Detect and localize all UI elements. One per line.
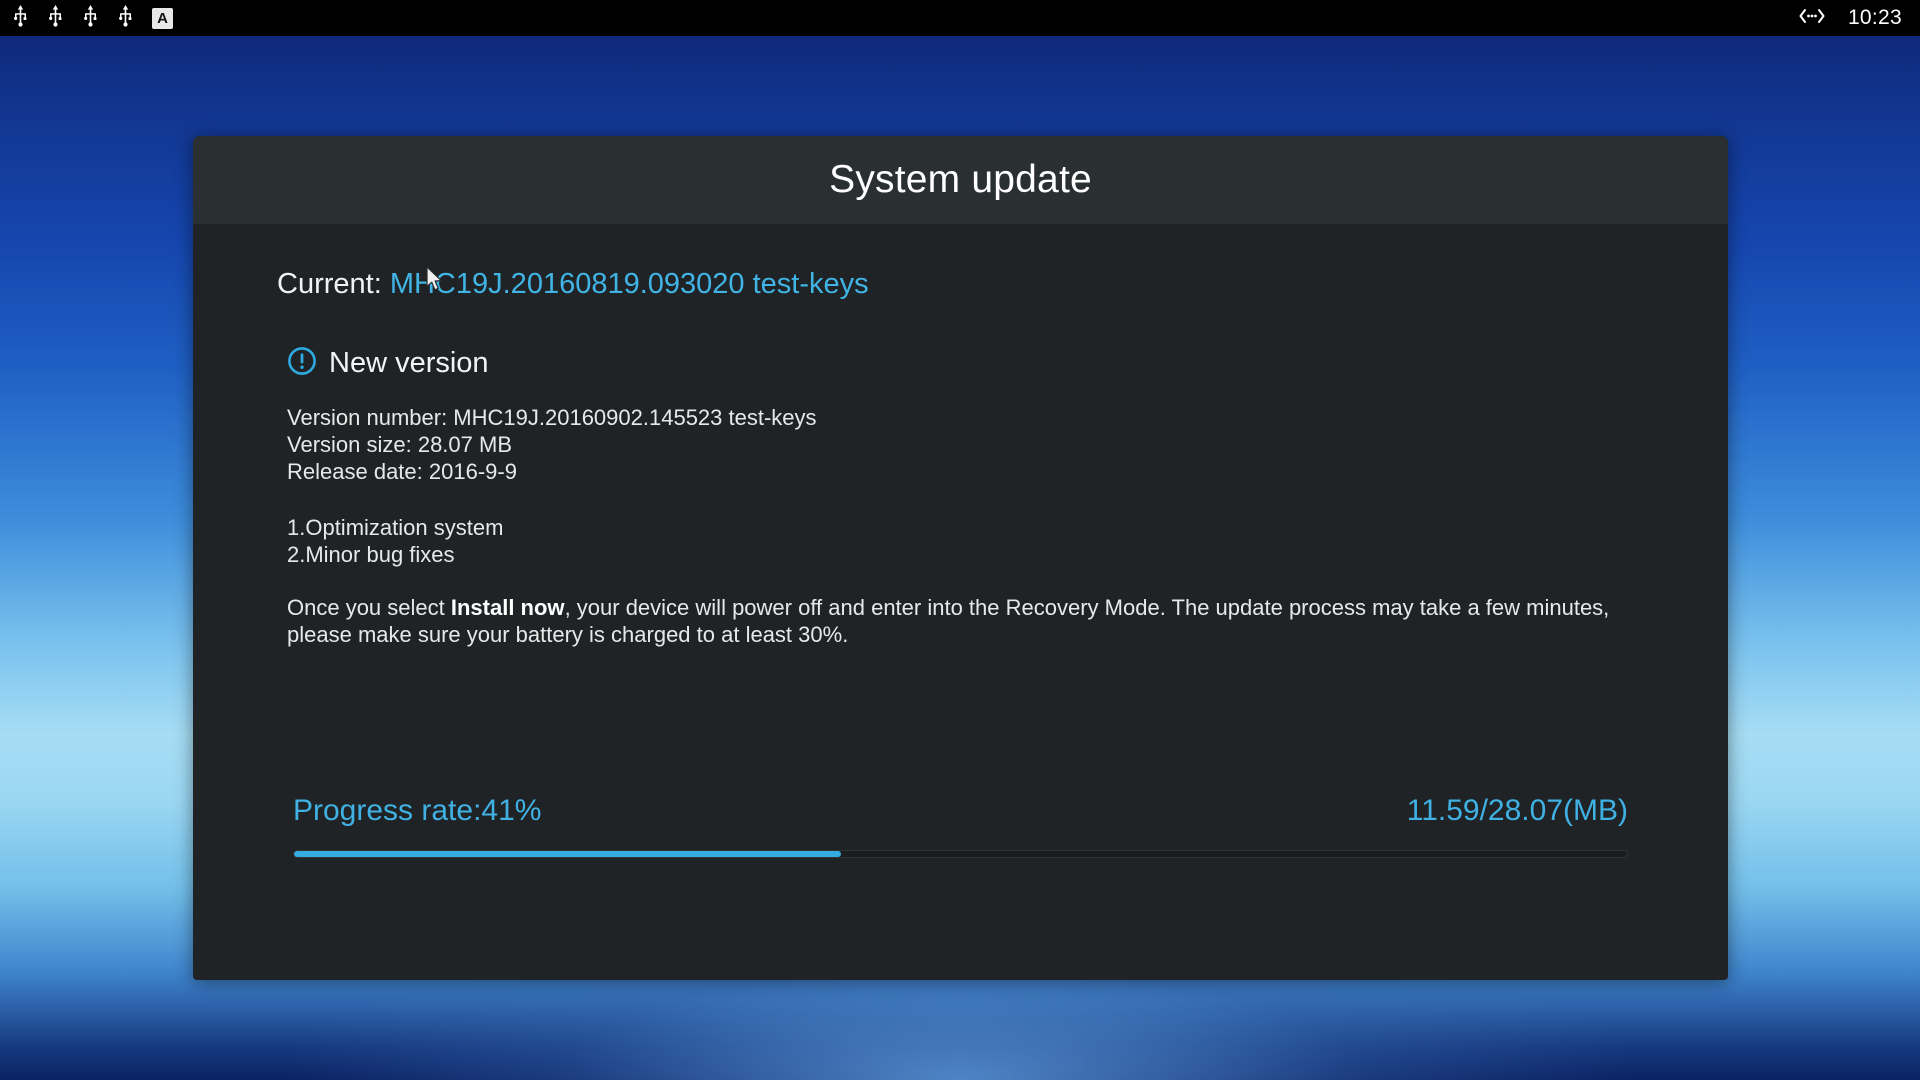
current-version-value: MHC19J.20160819.093020 test-keys: [389, 268, 869, 300]
usb-icon: [117, 4, 134, 32]
usb-icon: [47, 4, 64, 32]
changelog-item: 1.Optimization system: [287, 515, 504, 540]
notice-emphasis: Install now: [450, 595, 565, 620]
install-notice: Once you select Install now, your device…: [287, 594, 1632, 648]
changelog-item: 2.Minor bug fixes: [287, 542, 455, 567]
progress-bar-fill: [294, 851, 841, 857]
version-size-line: Version size: 28.07 MB: [287, 432, 513, 457]
usb-icon: [12, 4, 29, 32]
status-bar-clock: 10:23: [1847, 6, 1902, 29]
desktop-wallpaper: A 10:23 System update Current: MHC19J.20…: [0, 0, 1920, 1080]
ethernet-icon: [1798, 6, 1826, 31]
input-method-icon[interactable]: A: [152, 7, 173, 29]
progress-labels: Progress rate:41% 11.59/28.07(MB): [293, 794, 1628, 828]
alert-circle-icon: [287, 346, 317, 381]
new-version-heading: New version: [287, 346, 489, 381]
progress-size-label: 11.59/28.07(MB): [1406, 794, 1628, 827]
changelog-list: 1.Optimization system 2.Minor bug fixes: [287, 514, 503, 568]
status-bar-right: 10:23: [1798, 6, 1920, 31]
current-version-label: Current:: [277, 268, 390, 300]
dialog-header: System update: [193, 136, 1728, 224]
dialog-body: Current: MHC19J.20160819.093020 test-key…: [193, 224, 1728, 980]
system-update-dialog: System update Current: MHC19J.20160819.0…: [193, 136, 1728, 980]
progress-bar-track: [293, 850, 1628, 858]
input-method-glyph: A: [157, 9, 168, 27]
download-progress: Progress rate:41% 11.59/28.07(MB): [293, 794, 1628, 858]
status-bar-left-icons: A: [0, 4, 173, 32]
version-number-line: Version number: MHC19J.20160902.145523 t…: [287, 405, 817, 430]
new-version-details: Version number: MHC19J.20160902.145523 t…: [287, 404, 817, 485]
usb-icon: [82, 4, 99, 32]
release-date-line: Release date: 2016-9-9: [287, 459, 517, 484]
page-title: System update: [829, 158, 1092, 201]
progress-rate-label: Progress rate:41%: [293, 794, 542, 827]
status-bar: A 10:23: [0, 0, 1920, 36]
new-version-title: New version: [329, 347, 489, 379]
notice-before: Once you select: [287, 595, 451, 620]
current-version-row: Current: MHC19J.20160819.093020 test-key…: [277, 268, 869, 301]
